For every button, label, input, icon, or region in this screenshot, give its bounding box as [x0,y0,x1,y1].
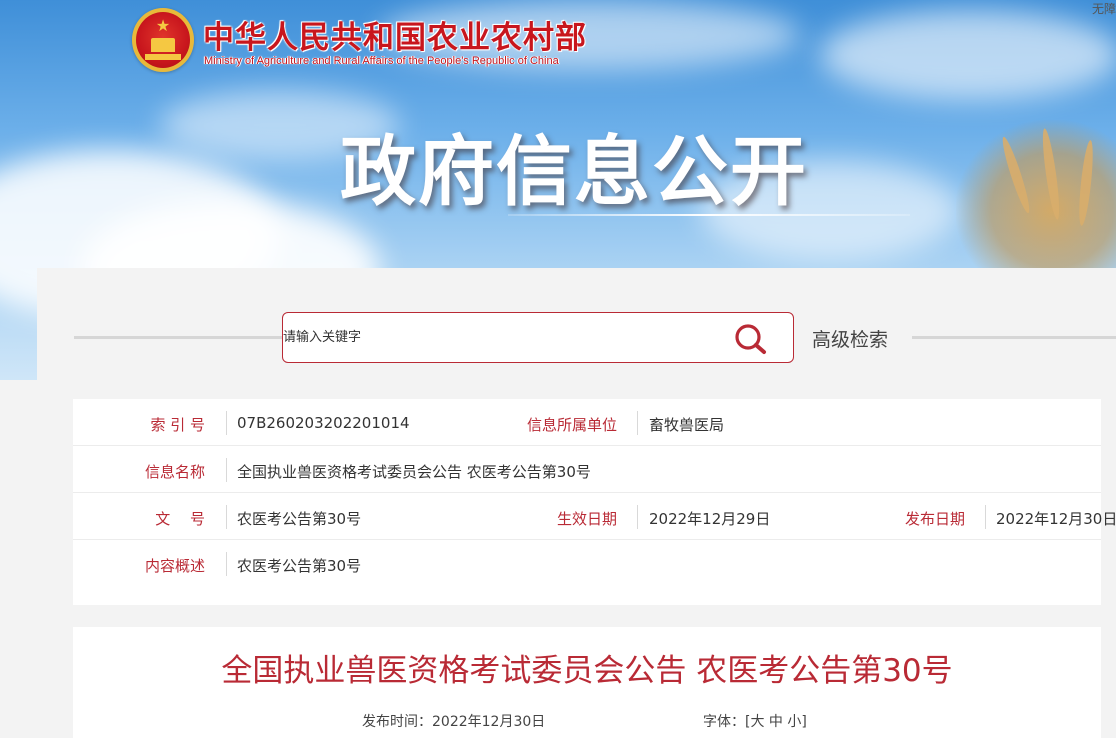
summary-label: 内容概述 [144,557,205,575]
font-size-label: 字体： [703,714,745,730]
emblem-base [145,54,181,60]
national-emblem-icon[interactable]: ★ [132,8,194,72]
accessibility-link[interactable]: 无障 [1092,0,1116,17]
article-publish-time: 发布时间：2022年12月30日 [362,711,545,731]
name-value: 全国执业兽医资格考试委员会公告 农医考公告第30号 [237,463,591,481]
effective-date-label: 生效日期 [556,510,617,528]
cell-separator [226,505,227,529]
name-label: 信息名称 [144,463,205,481]
doc-number-value: 农医考公告第30号 [237,510,362,528]
star-icon: ★ [155,16,171,35]
article-title: 全国执业兽医资格考试委员会公告 农医考公告第30号 [221,653,953,689]
gate-icon [151,38,175,52]
search-divider-left [74,336,299,339]
ministry-name-en: Ministry of Agriculture and Rural Affair… [204,55,559,67]
banner-title: 政府信息公开 [340,127,808,216]
font-size-controls: 字体：[大 中 小] [703,711,807,731]
info-row: 索 引 号 07B260203202201014 信息所属单位 畜牧兽医局 [73,399,1101,446]
publish-time-label: 发布时间： [362,714,432,730]
index-label: 索 引 号 [150,416,205,434]
font-medium-button[interactable]: 中 [769,714,783,730]
publish-date-label: 发布日期 [904,510,965,528]
cell-separator [226,552,227,576]
doc-number-label: 文 号 [155,510,205,528]
cell-separator [226,458,227,482]
effective-date-value: 2022年12月29日 [649,510,771,528]
main-panel: 高级检索 索 引 号 07B260203202201014 信息所属单位 畜牧兽… [37,268,1116,738]
search-input[interactable] [283,313,723,362]
unit-value: 畜牧兽医局 [649,416,725,434]
publish-date-value: 2022年12月30日 [996,510,1116,528]
cell-separator [985,505,986,529]
document-info-table: 索 引 号 07B260203202201014 信息所属单位 畜牧兽医局 信息… [73,399,1116,605]
info-row: 内容概述 农医考公告第30号 [73,540,1101,587]
info-row: 信息名称 全国执业兽医资格考试委员会公告 农医考公告第30号 [73,446,1101,493]
article-container: 全国执业兽医资格考试委员会公告 农医考公告第30号 发布时间：2022年12月3… [73,627,1101,738]
unit-label: 信息所属单位 [526,416,617,434]
font-large-button[interactable]: 大 [750,714,764,730]
index-value: 07B260203202201014 [237,414,410,432]
banner-divider [508,214,910,216]
search-box [282,312,794,363]
ministry-name-cn[interactable]: 中华人民共和国农业农村部 [203,12,587,57]
cloud-decoration [820,10,1116,100]
cell-separator [226,411,227,435]
search-divider-right [912,336,1116,339]
info-row: 文 号 农医考公告第30号 生效日期 2022年12月29日 发布日期 2022… [73,493,1116,540]
advanced-search-link[interactable]: 高级检索 [812,325,888,352]
cell-separator [637,411,638,435]
font-small-button[interactable]: 小 [787,714,801,730]
cell-separator [637,505,638,529]
publish-time-value: 2022年12月30日 [432,714,546,730]
summary-value: 农医考公告第30号 [237,557,362,575]
search-icon[interactable] [733,322,769,356]
font-bracket-close: ] [801,714,807,730]
